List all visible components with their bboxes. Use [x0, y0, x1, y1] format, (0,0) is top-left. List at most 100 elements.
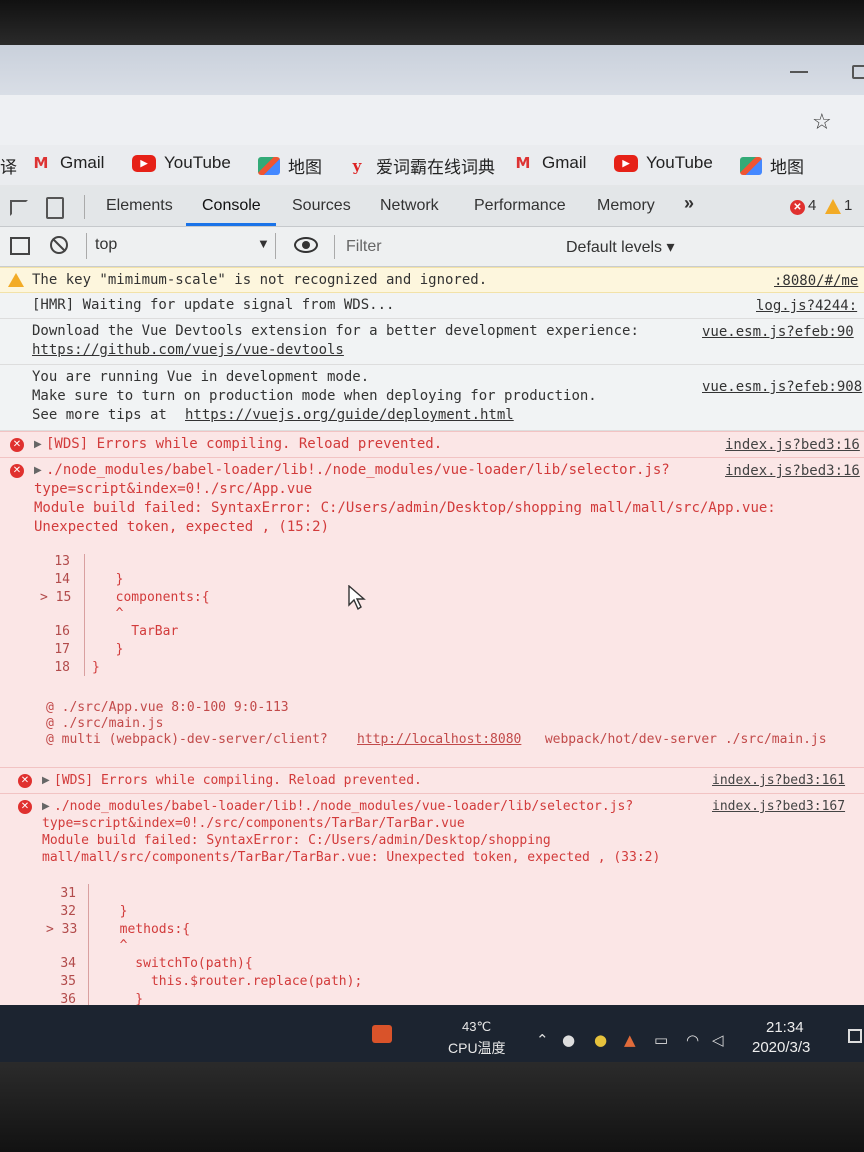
error-icon: ✕ [18, 774, 32, 788]
devtools-link[interactable]: https://github.com/vuejs/vue-devtools [32, 341, 344, 360]
error-count-icon[interactable]: ✕ [790, 200, 805, 215]
line-number: 18 [54, 660, 70, 675]
maximize-icon[interactable] [852, 65, 864, 79]
tab-elements[interactable]: Elements [106, 197, 173, 215]
error-icon: ✕ [10, 464, 24, 478]
youtube-icon: ▶ [132, 154, 156, 172]
cpu-temperature-label: CPU温度 [448, 1040, 506, 1056]
message-text: mall/mall/src/components/TarBar/TarBar.v… [42, 850, 661, 865]
inspect-element-icon[interactable] [10, 200, 28, 216]
console-sidebar-toggle-icon[interactable] [10, 237, 30, 255]
wechat-icon[interactable]: ● [562, 1031, 575, 1049]
tab-sources[interactable]: Sources [292, 197, 351, 215]
line-number: 31 [60, 886, 76, 901]
mouse-pointer-icon [348, 585, 366, 611]
source-link[interactable]: index.js?bed3:16 [725, 437, 860, 453]
message-text: Make sure to turn on production mode whe… [32, 388, 597, 404]
console-messages: The key "mimimum-scale" is not recognize… [0, 267, 864, 1062]
code-line: methods:{ [104, 922, 191, 937]
code-line: } [100, 572, 124, 587]
minimize-icon[interactable] [790, 71, 808, 73]
stack-trace: webpack/hot/dev-server ./src/main.js [537, 732, 827, 747]
live-expression-eye-icon[interactable] [294, 237, 318, 253]
caret-down-icon: ▼ [257, 236, 270, 251]
bookmark-partial[interactable]: 译 [0, 153, 17, 178]
tab-performance[interactable]: Performance [474, 197, 566, 215]
source-link[interactable]: index.js?bed3:167 [712, 799, 845, 814]
warning-count-icon[interactable] [825, 199, 841, 214]
message-text: [WDS] Errors while compiling. Reload pre… [46, 436, 443, 452]
console-log: Download the Vue Devtools extension for … [0, 319, 864, 365]
clock-date[interactable]: 2020/3/3 [752, 1039, 810, 1056]
iciba-icon: y [352, 156, 362, 175]
source-link[interactable]: log.js?4244: [756, 298, 857, 314]
bookmark-iciba[interactable]: y 爱词霸在线词典 [346, 153, 495, 178]
more-tabs-icon[interactable]: » [684, 193, 694, 214]
active-tab-indicator [186, 223, 276, 226]
clear-console-icon[interactable] [50, 236, 68, 254]
error-count[interactable]: 4 [808, 197, 816, 214]
windows-taskbar: 43℃ CPU温度 ⌃ ● ● ▲ ▭ ◠ ◁ 21:34 2020/3/3 [0, 1005, 864, 1062]
tab-memory[interactable]: Memory [597, 197, 655, 215]
tray-app-icon[interactable]: ▲ [624, 1031, 636, 1049]
bookmark-maps-2[interactable]: 地图 [740, 153, 804, 178]
bookmark-maps[interactable]: 地图 [258, 153, 322, 178]
tray-app-icon[interactable]: ● [594, 1031, 607, 1049]
notification-icon[interactable] [848, 1029, 862, 1043]
expand-arrow-icon[interactable]: ▶ [34, 439, 42, 450]
code-line: } [100, 642, 124, 657]
devtools-panel: Elements Console Sources Network Perform… [0, 187, 864, 1062]
line-number: 14 [54, 572, 70, 587]
source-link[interactable]: vue.esm.js?efeb:908 [702, 379, 862, 395]
console-filter-input[interactable] [346, 235, 546, 259]
tab-console[interactable]: Console [202, 197, 261, 215]
bookmark-gmail-2[interactable]: M Gmail [512, 153, 587, 173]
photo-bezel-top [0, 0, 864, 45]
tab-network[interactable]: Network [380, 197, 439, 215]
bookmark-label: 地图 [770, 158, 804, 177]
bookmark-youtube[interactable]: ▶ YouTube [132, 153, 231, 173]
bookmarks-bar: 译 M Gmail ▶ YouTube 地图 y 爱词霸在线词典 M Gmail… [0, 145, 864, 185]
expand-arrow-icon[interactable]: ▶ [42, 801, 50, 812]
code-line: ^ [104, 938, 128, 953]
message-text: ./node_modules/babel-loader/lib!./node_m… [46, 462, 670, 478]
clock-time[interactable]: 21:34 [766, 1019, 804, 1036]
deployment-link[interactable]: https://vuejs.org/guide/deployment.html [185, 406, 514, 425]
bookmark-label: YouTube [646, 153, 713, 172]
message-text: Download the Vue Devtools extension for … [32, 323, 639, 339]
localhost-link[interactable]: http://localhost:8080 [357, 732, 521, 748]
cpu-temperature: 43℃ [462, 1019, 492, 1034]
warning-count[interactable]: 1 [844, 197, 852, 214]
taskbar-app-icon[interactable] [372, 1025, 392, 1043]
volume-icon[interactable]: ◁ [712, 1031, 724, 1049]
maps-icon [258, 156, 280, 175]
log-levels-dropdown[interactable]: Default levels ▾ [566, 237, 675, 257]
stack-trace: @ multi (webpack)-dev-server/client? [46, 732, 328, 747]
context-value: top [95, 236, 118, 253]
code-gutter [84, 554, 85, 676]
bookmark-label: Gmail [542, 153, 587, 172]
bookmark-youtube-2[interactable]: ▶ YouTube [614, 153, 713, 173]
bookmark-star-icon[interactable]: ☆ [812, 110, 832, 135]
error-icon: ✕ [10, 438, 24, 452]
source-link[interactable]: index.js?bed3:16 [725, 463, 860, 479]
expand-arrow-icon[interactable]: ▶ [34, 465, 42, 476]
source-link[interactable]: :8080/#/me [774, 273, 858, 289]
message-text: Module build failed: SyntaxError: C:/Use… [34, 500, 776, 516]
chevron-up-icon[interactable]: ⌃ [536, 1031, 549, 1049]
code-line: components:{ [100, 590, 210, 605]
bookmark-gmail[interactable]: M Gmail [30, 153, 105, 173]
context-selector[interactable]: top ▼ [86, 233, 276, 259]
device-toolbar-icon[interactable] [46, 197, 64, 219]
code-gutter [88, 884, 89, 1006]
expand-arrow-icon[interactable]: ▶ [42, 775, 50, 786]
wifi-icon[interactable]: ◠ [686, 1031, 699, 1049]
source-link[interactable]: index.js?bed3:161 [712, 773, 845, 788]
console-error: ✕ ▶ [WDS] Errors while compiling. Reload… [0, 431, 864, 457]
line-number: 34 [60, 956, 76, 971]
message-text: [WDS] Errors while compiling. Reload pre… [54, 773, 422, 788]
devtools-tab-bar: Elements Console Sources Network Perform… [0, 187, 864, 227]
console-error: ✕ ▶ [WDS] Errors while compiling. Reload… [0, 767, 864, 793]
battery-icon[interactable]: ▭ [654, 1031, 668, 1049]
source-link[interactable]: vue.esm.js?efeb:90 [702, 324, 854, 340]
